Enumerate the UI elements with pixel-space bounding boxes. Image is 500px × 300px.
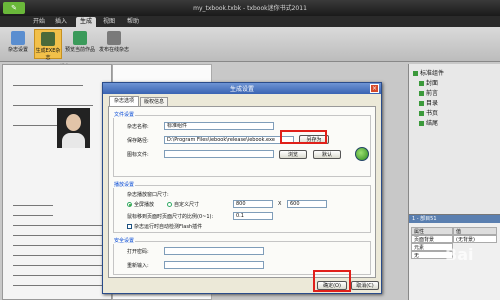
text-line (13, 235, 103, 236)
save-path-label: 保存路径: (127, 138, 149, 144)
text-line (13, 215, 53, 216)
password-label: 打开密码: (127, 249, 149, 255)
text-line (13, 275, 103, 276)
tree-item[interactable]: 标准组件 (413, 70, 444, 78)
zoom-ratio-field[interactable]: 0.1 (233, 212, 273, 220)
publish-online-button[interactable]: 发布在线杂志 (98, 29, 130, 59)
custom-size-label: 自定义尺寸 (174, 202, 200, 208)
text-line (13, 85, 83, 86)
cover-photo[interactable] (57, 108, 90, 148)
tab-content: 文件设置 杂志名称: 标准组件 保存路径: D:\Program Files\i… (108, 106, 376, 278)
generate-settings-dialog: 生成设置 × 杂志选项 版权信息 文件设置 杂志名称: 标准组件 保存路径: D… (102, 82, 382, 294)
menu-tab-help[interactable]: 帮助 (124, 17, 142, 27)
prop-header: 值 (453, 227, 497, 235)
security-settings-label: 安全设置 (113, 237, 136, 244)
node-icon (419, 111, 424, 116)
text-line (13, 105, 93, 106)
watermark-text: Bai (445, 245, 474, 264)
ok-highlight (313, 270, 351, 292)
tab-copyright-info[interactable]: 版权信息 (140, 97, 168, 106)
custom-size-radio[interactable] (167, 202, 172, 207)
node-icon (419, 81, 424, 86)
magazine-name-label: 杂志名称: (127, 124, 149, 130)
menu-tab-start[interactable]: 开始 (30, 17, 48, 27)
text-line (13, 225, 103, 226)
preview-label: 预览当前作品 (64, 47, 95, 53)
publish-icon (107, 31, 121, 45)
text-line (13, 245, 103, 246)
password-repeat-field[interactable] (164, 261, 264, 269)
generate-exe-button[interactable]: 生成EXE杂志 (34, 29, 62, 61)
cancel-button[interactable]: 取消(C) (351, 281, 379, 290)
prop-value[interactable]: (无背景) (453, 235, 497, 243)
magazine-left-page (2, 64, 112, 300)
default-button[interactable]: 默认 (313, 150, 341, 159)
magazine-name-field[interactable]: 标准组件 (164, 122, 274, 130)
tab-magazine-options[interactable]: 杂志选项 (109, 96, 139, 106)
window-size-label: 杂志播放窗口尺寸: (127, 192, 169, 198)
tree-item[interactable]: 书页 (419, 110, 438, 118)
flash-check-label: 杂志运行时自动检测Flash插件 (134, 224, 203, 230)
close-icon[interactable]: × (370, 84, 379, 93)
magazine-settings-button[interactable]: 杂志设置 (4, 29, 32, 59)
fullscreen-label: 全屏播放 (134, 202, 155, 208)
save-path-field[interactable]: D:\Program Files\iebook\release\iebook.e… (164, 136, 294, 144)
window-title: my_txbook.txbk - txbook迷你书式2011 (193, 5, 307, 12)
password-field[interactable] (164, 247, 264, 255)
menu-bar: 开始 插入 生成 视图 帮助 (0, 16, 500, 27)
text-line (13, 205, 53, 206)
app-icon-preview (355, 147, 369, 161)
prop-name: 页面背景 (411, 235, 453, 243)
tree-item[interactable]: 前言 (419, 90, 438, 98)
text-line (13, 285, 103, 286)
preview-icon (73, 31, 87, 45)
fullscreen-radio[interactable] (127, 202, 132, 207)
node-icon (419, 121, 424, 126)
dialog-titlebar: 生成设置 × (103, 83, 381, 94)
tree-item[interactable]: 封面 (419, 80, 438, 88)
generate-exe-icon (41, 32, 55, 46)
password-repeat-label: 重新输入: (127, 263, 149, 269)
ribbon-toolbar: 杂志设置 生成EXE杂志 预览当前作品 发布在线杂志 (0, 27, 500, 62)
menu-tab-insert[interactable]: 插入 (52, 17, 70, 27)
menu-tab-view[interactable]: 视图 (100, 17, 118, 27)
display-settings-label: 播放设置 (113, 181, 136, 188)
page-tree-panel: 标准组件 封面 前言 目录 书页 结尾 1 - 部目51 属性 值 页面背景 (… (408, 64, 500, 300)
window-titlebar: ✎ my_txbook.txbk - txbook迷你书式2011 (0, 0, 500, 16)
height-field[interactable]: 600 (287, 200, 327, 208)
preview-button[interactable]: 预览当前作品 (64, 29, 96, 59)
node-icon (419, 91, 424, 96)
save-as-highlight (280, 130, 327, 144)
node-icon (413, 71, 418, 76)
node-icon (419, 101, 424, 106)
magazine-settings-icon (11, 31, 25, 45)
file-settings-label: 文件设置 (113, 111, 136, 118)
text-line (13, 265, 103, 266)
text-line (13, 255, 103, 256)
width-field[interactable]: 800 (233, 200, 273, 208)
magazine-settings-label: 杂志设置 (7, 47, 28, 53)
publish-online-label: 发布在线杂志 (98, 47, 129, 53)
menu-tab-generate[interactable]: 生成 (76, 17, 96, 27)
icon-file-label: 图标文件: (127, 152, 149, 158)
times-label: X (278, 201, 282, 207)
tree-item[interactable]: 目录 (419, 100, 438, 108)
prop-header: 属性 (411, 227, 453, 235)
browse-button[interactable]: 浏览 (279, 150, 307, 159)
generate-exe-label: 生成EXE杂志 (35, 48, 61, 61)
properties-title: 1 - 部目51 (409, 215, 500, 223)
tree-item[interactable]: 结尾 (419, 120, 438, 128)
flash-check-checkbox[interactable] (127, 224, 132, 229)
icon-file-field[interactable] (164, 150, 274, 158)
zoom-ratio-label: 鼠标移到页面时页面尺寸的比例(0~1): (127, 214, 214, 220)
dialog-title: 生成设置 (229, 86, 254, 93)
